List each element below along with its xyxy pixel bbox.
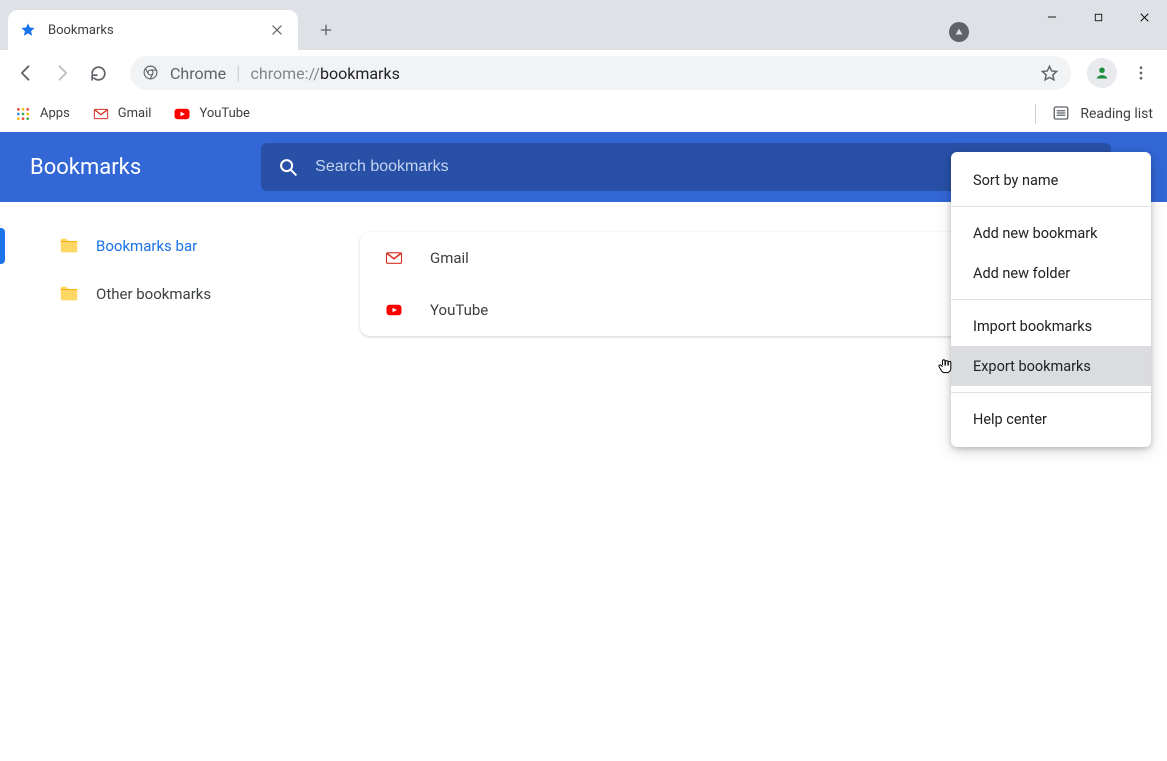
sidebar-item-other-bookmarks[interactable]: Other bookmarks (0, 270, 360, 318)
sidebar-item-label: Other bookmarks (96, 285, 211, 303)
folder-icon (58, 235, 80, 257)
folder-icon (58, 283, 80, 305)
menu-add-bookmark[interactable]: Add new bookmark (951, 213, 1151, 253)
extension-indicator-icon[interactable] (949, 22, 969, 42)
bookmark-youtube[interactable]: YouTube (173, 105, 250, 123)
list-item-label: Gmail (430, 249, 469, 267)
menu-sort-by-name[interactable]: Sort by name (951, 160, 1151, 200)
profile-avatar[interactable] (1087, 58, 1117, 88)
menu-help-center[interactable]: Help center (951, 399, 1151, 439)
list-item-label: YouTube (430, 301, 488, 319)
reading-list-icon (1052, 104, 1072, 124)
youtube-icon (173, 105, 191, 123)
tab-title: Bookmarks (48, 23, 268, 38)
window-maximize-button[interactable] (1075, 0, 1121, 34)
forward-button[interactable] (44, 55, 80, 91)
apps-icon (14, 105, 32, 123)
bookmark-youtube-label: YouTube (199, 106, 250, 121)
gmail-icon (92, 105, 110, 123)
back-button[interactable] (8, 55, 44, 91)
sidebar-item-label: Bookmarks bar (96, 237, 197, 255)
sidebar: Bookmarks bar Other bookmarks (0, 202, 360, 761)
sidebar-item-bookmarks-bar[interactable]: Bookmarks bar (0, 222, 360, 270)
menu-separator (951, 299, 1151, 300)
menu-import-bookmarks[interactable]: Import bookmarks (951, 306, 1151, 346)
window-close-button[interactable] (1121, 0, 1167, 34)
menu-export-bookmarks[interactable]: Export bookmarks (951, 346, 1151, 386)
url-text: chrome://bookmarks (251, 64, 400, 83)
page-title: Bookmarks (30, 155, 141, 180)
apps-shortcut[interactable]: Apps (14, 105, 70, 123)
window-controls (1029, 0, 1167, 40)
omnibox[interactable]: Chrome | chrome://bookmarks (130, 56, 1071, 90)
bookmark-star-icon[interactable] (1040, 64, 1059, 83)
bookmark-gmail-label: Gmail (118, 106, 152, 121)
chrome-icon (142, 64, 160, 82)
reading-list-label: Reading list (1080, 106, 1153, 122)
menu-separator (951, 392, 1151, 393)
cursor-icon (935, 356, 955, 376)
reading-list[interactable]: Reading list (1035, 104, 1153, 124)
browser-tab[interactable]: Bookmarks (8, 10, 298, 50)
menu-separator (951, 206, 1151, 207)
titlebar: Bookmarks (0, 0, 1167, 50)
tab-close-button[interactable] (268, 21, 286, 39)
window-minimize-button[interactable] (1029, 0, 1075, 34)
bookmarks-bar: Apps Gmail YouTube Reading list (0, 96, 1167, 132)
gmail-icon (384, 248, 404, 268)
bookmarks-star-icon (20, 22, 36, 38)
search-icon (277, 156, 299, 178)
browser-menu-button[interactable] (1123, 55, 1159, 91)
apps-label: Apps (40, 106, 70, 121)
url-prefix: Chrome (170, 64, 226, 83)
youtube-icon (384, 300, 404, 320)
new-tab-button[interactable] (310, 14, 342, 46)
menu-add-folder[interactable]: Add new folder (951, 253, 1151, 293)
reload-button[interactable] (80, 55, 116, 91)
url-separator: | (236, 63, 240, 84)
organize-menu: Sort by name Add new bookmark Add new fo… (951, 152, 1151, 447)
toolbar: Chrome | chrome://bookmarks (0, 50, 1167, 96)
bookmark-gmail[interactable]: Gmail (92, 105, 152, 123)
separator (1035, 104, 1036, 124)
